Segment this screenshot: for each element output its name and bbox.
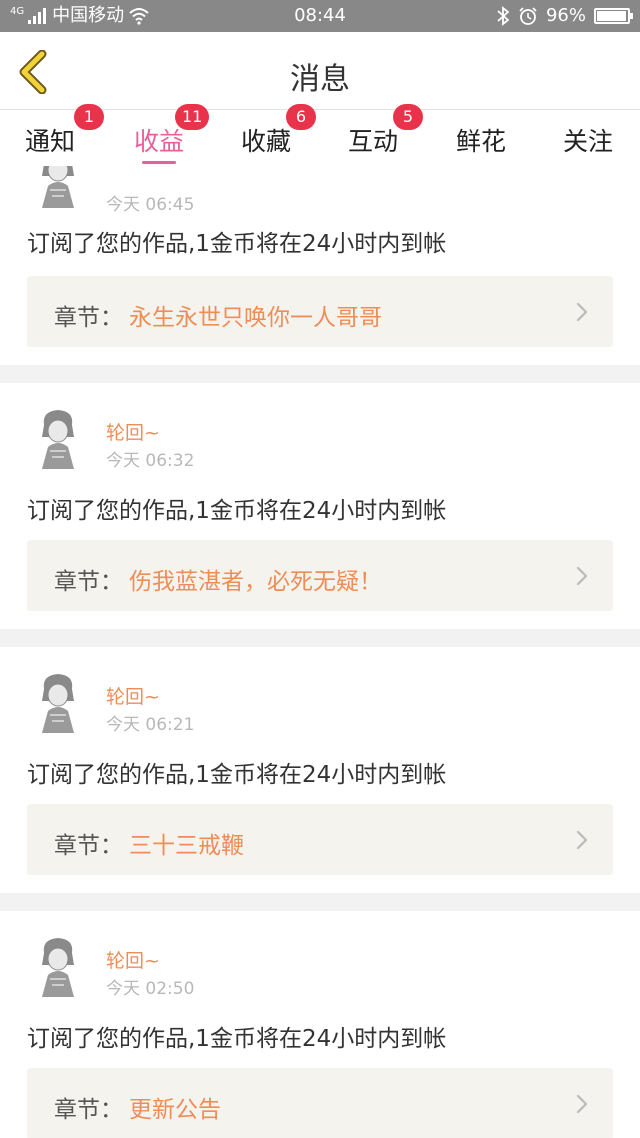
message-list[interactable]: 今天 06:45 订阅了您的作品,1金币将在24小时内到帐 章节： 永生永世只唤…	[0, 166, 640, 1138]
battery-icon	[594, 8, 633, 24]
chapter-link[interactable]: 章节： 更新公告	[27, 1068, 613, 1138]
chapter-label: 章节：	[54, 569, 123, 595]
list-item: 轮回~ 今天 06:32 订阅了您的作品,1金币将在24小时内到帐 章节： 伤我…	[0, 383, 640, 629]
tab-label: 鲜花	[456, 127, 507, 156]
chapter-title: 永生永世只唤你一人哥哥	[129, 305, 382, 331]
chapter-link[interactable]: 章节： 永生永世只唤你一人哥哥	[27, 276, 613, 347]
timestamp: 今天 06:32	[106, 451, 195, 471]
tab-earnings[interactable]: 收益 11	[134, 104, 210, 158]
username[interactable]: 轮回~	[106, 682, 160, 709]
username[interactable]: 轮回~	[106, 418, 160, 445]
avatar[interactable]	[34, 671, 82, 735]
chevron-right-icon	[576, 302, 588, 322]
timestamp: 今天 06:21	[106, 715, 195, 735]
tab-label: 互动	[348, 127, 399, 156]
avatar[interactable]	[34, 166, 82, 210]
page-title: 消息	[290, 62, 350, 97]
tab-following[interactable]: 关注	[563, 122, 613, 158]
network-type: 4G	[10, 6, 25, 17]
unread-badge: 11	[175, 104, 210, 130]
chapter-title: 更新公告	[129, 1097, 221, 1123]
message-text: 订阅了您的作品,1金币将在24小时内到帐	[27, 762, 447, 788]
chapter-label: 章节：	[54, 833, 123, 859]
nav-header: 消息	[0, 32, 640, 110]
tab-label: 通知	[25, 127, 76, 156]
username[interactable]: 轮回~	[106, 946, 160, 973]
signal-icon	[28, 8, 47, 24]
chapter-label: 章节：	[54, 305, 123, 331]
chapter-title: 伤我蓝湛者，必死无疑！	[129, 569, 382, 595]
battery-level	[597, 11, 626, 21]
timestamp: 今天 02:50	[106, 979, 195, 999]
chapter-title: 三十三戒鞭	[129, 833, 244, 859]
alarm-icon	[519, 7, 537, 25]
message-text: 订阅了您的作品,1金币将在24小时内到帐	[27, 1026, 447, 1052]
list-item: 今天 06:45 订阅了您的作品,1金币将在24小时内到帐 章节： 永生永世只唤…	[0, 166, 640, 365]
tab-label: 收益	[134, 127, 185, 156]
active-tab-indicator	[142, 161, 176, 164]
battery-percent: 96%	[545, 5, 586, 26]
tab-label: 收藏	[241, 127, 292, 156]
unread-badge: 1	[74, 104, 104, 130]
chevron-right-icon	[576, 1094, 588, 1114]
list-item: 轮回~ 今天 02:50 订阅了您的作品,1金币将在24小时内到帐 章节： 更新…	[0, 911, 640, 1138]
status-bar: 4G 中国移动 08:44 96%	[0, 0, 640, 32]
tab-label: 关注	[563, 127, 614, 156]
wifi-icon	[129, 8, 149, 25]
chevron-right-icon	[576, 830, 588, 850]
timestamp: 今天 06:45	[106, 195, 195, 215]
tab-favorites[interactable]: 收藏 6	[241, 104, 316, 158]
tab-bar: 通知 1 收益 11 收藏 6 互动 5 鲜花 关注	[0, 104, 640, 166]
bluetooth-icon	[497, 6, 510, 26]
message-text: 订阅了您的作品,1金币将在24小时内到帐	[27, 231, 447, 257]
carrier-name: 中国移动	[52, 5, 125, 26]
avatar[interactable]	[34, 935, 82, 999]
list-item: 轮回~ 今天 06:21 订阅了您的作品,1金币将在24小时内到帐 章节： 三十…	[0, 647, 640, 893]
chapter-label: 章节：	[54, 1097, 123, 1123]
unread-badge: 6	[286, 104, 316, 130]
chevron-right-icon	[576, 566, 588, 586]
unread-badge: 5	[393, 104, 423, 130]
message-text: 订阅了您的作品,1金币将在24小时内到帐	[27, 498, 447, 524]
chapter-link[interactable]: 章节： 三十三戒鞭	[27, 804, 613, 875]
tab-flowers[interactable]: 鲜花	[456, 122, 506, 158]
avatar[interactable]	[34, 407, 82, 471]
tab-notifications[interactable]: 通知 1	[25, 104, 104, 158]
tab-interactions[interactable]: 互动 5	[348, 104, 423, 158]
chapter-link[interactable]: 章节： 伤我蓝湛者，必死无疑！	[27, 540, 613, 611]
